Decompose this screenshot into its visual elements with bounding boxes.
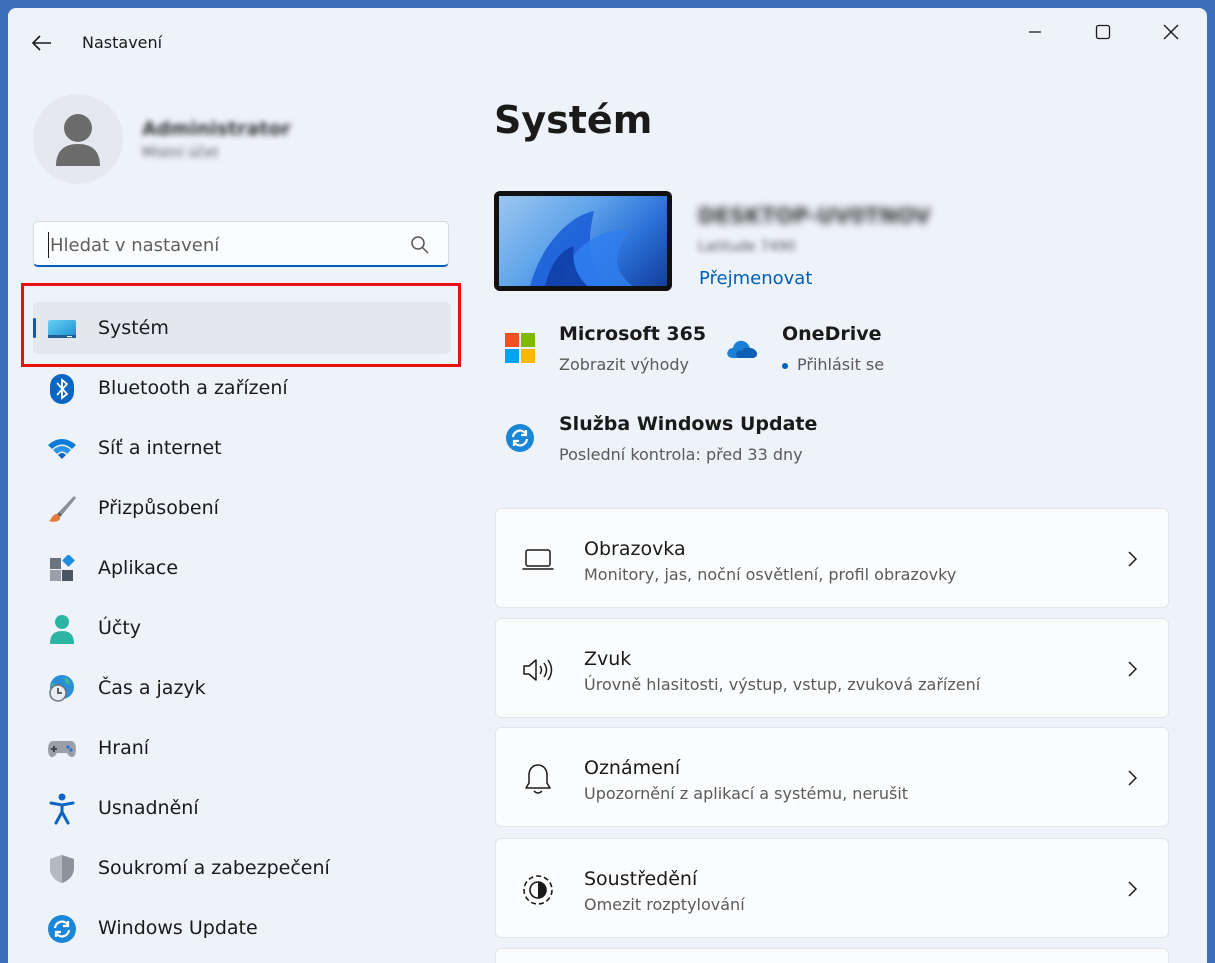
maximize-button[interactable] [1080,14,1126,50]
sidebar-item-label: Přizpůsobení [98,497,219,519]
update-icon [47,914,77,944]
status-dot [782,363,788,369]
search-icon [411,236,429,254]
card-title: Oznámení [584,757,681,779]
sidebar-item-label: Bluetooth a zařízení [98,377,288,399]
back-button[interactable] [26,28,58,58]
sidebar-item-label: Systém [98,317,169,339]
accessibility-icon [47,793,77,825]
account-icon [47,614,77,644]
sidebar-item-accessibility[interactable]: Usnadnění [33,782,451,834]
sidebar-item-label: Čas a jazyk [98,677,206,699]
maximize-icon [1095,24,1111,40]
title-bar: Nastavení [8,8,1207,56]
sidebar-item-gaming[interactable]: Hraní [33,722,451,774]
avatar[interactable] [33,94,123,184]
system-display-icon [47,314,77,344]
brush-icon [47,494,77,524]
page-title: Systém [494,98,653,142]
minimize-icon [1029,31,1041,33]
wallpaper-image [499,196,667,286]
settings-card-notifications[interactable]: Oznámení Upozornění z aplikací a systému… [495,727,1169,827]
sidebar-item-label: Aplikace [98,557,179,579]
close-button[interactable] [1148,14,1194,50]
settings-card-next[interactable] [495,948,1169,963]
card-subtitle: Monitory, jas, noční osvětlení, profil o… [584,565,957,584]
device-model: Latitude 7490 [698,239,796,255]
search-input[interactable] [48,231,392,259]
sidebar-item-time-language[interactable]: Čas a jazyk [33,662,451,714]
card-title: Soustředění [584,868,698,890]
text-caret [48,232,49,258]
card-subtitle: Omezit rozptylování [584,895,745,914]
card-title: Zvuk [584,648,632,670]
sidebar-item-apps[interactable]: Aplikace [33,542,451,594]
windows-bloom-icon [530,211,633,286]
settings-card-sound[interactable]: Zvuk Úrovně hlasitosti, výstup, vstup, z… [495,618,1169,718]
chevron-right-icon [1122,879,1142,899]
card-subtitle: Upozornění z aplikací a systému, nerušit [584,784,909,803]
sidebar-item-system[interactable]: Systém [33,302,451,354]
app-title: Nastavení [82,33,163,52]
minimize-button[interactable] [1012,14,1058,50]
microsoft-logo-icon [503,331,537,365]
sidebar-item-label: Windows Update [98,917,258,939]
chevron-right-icon [1122,768,1142,788]
sidebar-item-windows-update[interactable]: Windows Update [33,902,451,954]
sidebar-item-label: Síť a internet [98,437,222,459]
chevron-right-icon [1122,659,1142,679]
close-icon [1163,24,1179,40]
card-subtitle: Úrovně hlasitosti, výstup, vstup, zvukov… [584,675,981,694]
bell-icon [520,761,556,797]
sidebar-item-label: Soukromí a zabezpečení [98,857,330,879]
chevron-right-icon [1122,549,1142,569]
card-title: Obrazovka [584,538,686,560]
settings-card-display[interactable]: Obrazovka Monitory, jas, noční osvětlení… [495,508,1169,608]
apps-icon [47,554,77,584]
settings-window: Nastavení Administrator Místní účet Hled… [8,8,1207,963]
sidebar-item-label: Účty [98,617,142,639]
back-arrow-icon [32,35,51,51]
focus-icon [520,872,556,908]
search-box[interactable] [33,221,449,267]
sidebar-item-privacy-security[interactable]: Soukromí a zabezpečení [33,842,451,894]
sidebar-item-network[interactable]: Síť a internet [33,422,451,474]
device-thumbnail [494,191,672,291]
tile-title: Microsoft 365 [559,323,707,345]
user-silhouette-icon [56,114,100,166]
gamepad-icon [47,734,77,764]
sidebar-item-bluetooth[interactable]: Bluetooth a zařízení [33,362,451,414]
globe-clock-icon [47,674,77,704]
sidebar-item-accounts[interactable]: Účty [33,602,451,654]
tile-title: Služba Windows Update [559,413,818,435]
bluetooth-icon [47,374,77,404]
laptop-icon [520,542,556,578]
settings-card-focus[interactable]: Soustředění Omezit rozptylování [495,838,1169,938]
sidebar-item-label: Usnadnění [98,797,199,819]
profile-name: Administrator [142,118,291,140]
tile-subtitle: Poslední kontrola: před 33 dny [559,445,803,464]
wifi-icon [47,434,77,464]
onedrive-cloud-icon [725,331,759,365]
rename-link[interactable]: Přejmenovat [699,268,812,289]
tile-subtitle: Přihlásit se [797,355,885,374]
sidebar-item-personalization[interactable]: Přizpůsobení [33,482,451,534]
tile-title: OneDrive [782,323,882,345]
sidebar-item-label: Hraní [98,737,150,759]
update-icon [503,421,537,455]
device-name: DESKTOP-UV0TNOV [698,204,931,228]
speaker-icon [520,652,556,688]
shield-icon [47,854,77,884]
selection-indicator [33,318,36,338]
tile-subtitle: Zobrazit výhody [559,355,689,374]
profile-account-type: Místní účet [142,145,219,161]
